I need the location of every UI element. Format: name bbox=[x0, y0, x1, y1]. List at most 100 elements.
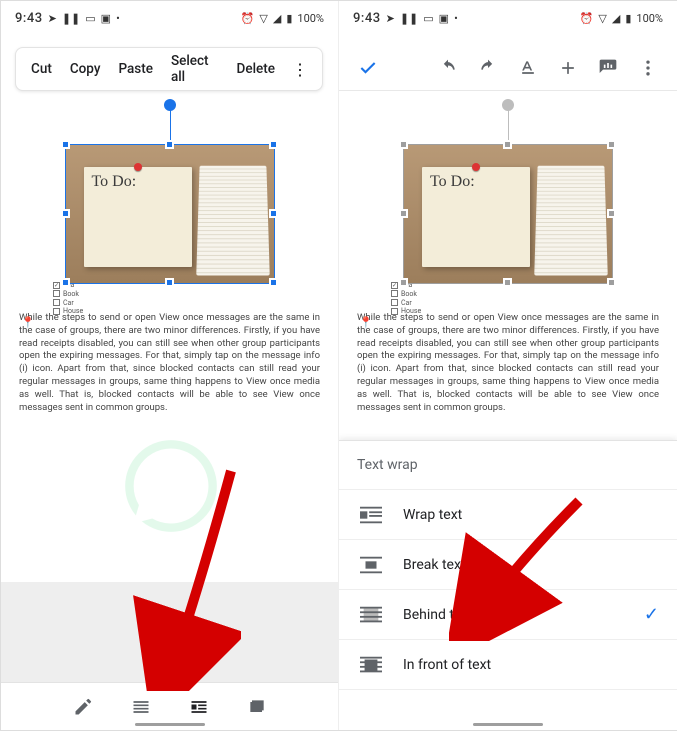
signal-icon: ◢ bbox=[612, 12, 620, 25]
editor-toolbar bbox=[339, 45, 677, 91]
dot-icon: • bbox=[116, 12, 120, 25]
screen-left: 9:43 ➤ ❚❚ ▭ ▣ • ⏰ ▽ ◢ ▮ 100% Cut Copy Pa… bbox=[1, 1, 339, 730]
document-area: Tea Book Car House To Do: 📍 W bbox=[1, 96, 338, 415]
image-icon: ▣ bbox=[439, 12, 449, 25]
pause-icon: ❚❚ bbox=[400, 12, 418, 25]
screen-right: 9:43 ➤ ❚❚ ▭ ▣ • ⏰ ▽ ◢ ▮ 100% bbox=[339, 1, 677, 730]
body-paragraph: While the steps to send or open View onc… bbox=[19, 312, 320, 415]
document-area: Tea Book Car House To Do: 📍 W bbox=[339, 96, 677, 415]
done-button[interactable] bbox=[351, 51, 385, 85]
resize-handle[interactable] bbox=[269, 209, 278, 218]
send-icon: ➤ bbox=[386, 12, 395, 25]
wrap-text-option[interactable]: Wrap text bbox=[339, 490, 677, 540]
resize-handle[interactable] bbox=[165, 140, 174, 149]
resize-handle[interactable] bbox=[399, 278, 408, 287]
overflow-button[interactable] bbox=[631, 51, 665, 85]
paste-button[interactable]: Paste bbox=[109, 61, 162, 77]
option-label: Wrap text bbox=[403, 507, 462, 523]
break-text-icon bbox=[357, 555, 385, 575]
anchor-pin-icon[interactable]: 📍 bbox=[359, 316, 373, 329]
resize-handle[interactable] bbox=[503, 278, 512, 287]
image-options-button[interactable] bbox=[242, 692, 272, 722]
resize-handle[interactable] bbox=[61, 140, 70, 149]
body-paragraph: While the steps to send or open View onc… bbox=[357, 312, 659, 415]
status-time: 9:43 bbox=[353, 11, 381, 26]
option-label: In front of text bbox=[403, 657, 491, 673]
in-front-of-text-option[interactable]: In front of text bbox=[339, 640, 677, 690]
checklist-item: Book bbox=[53, 290, 83, 299]
resize-handle[interactable] bbox=[607, 278, 616, 287]
image-icon: ▣ bbox=[101, 12, 111, 25]
text-wrap-button[interactable] bbox=[184, 692, 214, 722]
resize-handle[interactable] bbox=[269, 140, 278, 149]
rotation-handle[interactable] bbox=[502, 99, 514, 111]
break-text-option[interactable]: Break text bbox=[339, 540, 677, 590]
send-icon: ➤ bbox=[48, 12, 57, 25]
text-wrap-sheet: Text wrap Wrap text Break text Behind te… bbox=[339, 440, 677, 730]
rotation-line bbox=[508, 105, 509, 145]
delete-button[interactable]: Delete bbox=[228, 61, 284, 77]
alarm-icon: ⏰ bbox=[580, 12, 594, 25]
resize-handle[interactable] bbox=[269, 278, 278, 287]
sticky-text: To Do: bbox=[92, 173, 137, 190]
watermark-icon bbox=[121, 436, 221, 536]
sheet-title: Text wrap bbox=[339, 441, 677, 490]
front-text-icon bbox=[357, 655, 385, 675]
rotation-handle[interactable] bbox=[164, 99, 176, 111]
checklist-item: Book bbox=[391, 290, 421, 299]
copy-button[interactable]: Copy bbox=[61, 61, 110, 77]
battery-text: 100% bbox=[636, 12, 663, 25]
nav-bar-hint bbox=[473, 723, 543, 726]
overflow-button[interactable]: ⋮ bbox=[284, 60, 316, 79]
resize-handle[interactable] bbox=[607, 209, 616, 218]
resize-handle[interactable] bbox=[165, 278, 174, 287]
status-bar: 9:43 ➤ ❚❚ ▭ ▣ • ⏰ ▽ ◢ ▮ 100% bbox=[339, 1, 677, 35]
insert-button[interactable] bbox=[551, 51, 585, 85]
comment-button[interactable] bbox=[591, 51, 625, 85]
format-button[interactable] bbox=[511, 51, 545, 85]
paper-stack bbox=[196, 166, 270, 276]
anchor-pin-icon[interactable]: 📍 bbox=[21, 316, 35, 329]
battery-text: 100% bbox=[297, 12, 324, 25]
behind-text-icon bbox=[357, 605, 385, 625]
signal-icon: ◢ bbox=[273, 12, 281, 25]
checklist-item: House bbox=[391, 307, 421, 316]
edit-button[interactable] bbox=[68, 692, 98, 722]
context-menu: Cut Copy Paste Select all Delete ⋮ bbox=[15, 47, 323, 91]
sticky-text: To Do: bbox=[430, 173, 475, 190]
rotation-line bbox=[170, 105, 171, 145]
wifi-icon: ▽ bbox=[259, 12, 267, 25]
status-right: ⏰ ▽ ◢ ▮ 100% bbox=[241, 12, 324, 25]
resize-handle[interactable] bbox=[607, 140, 616, 149]
pause-icon: ❚❚ bbox=[62, 12, 80, 25]
select-all-button[interactable]: Select all bbox=[162, 53, 228, 85]
resize-handle[interactable] bbox=[503, 140, 512, 149]
cut-button[interactable]: Cut bbox=[22, 61, 61, 77]
resize-handle[interactable] bbox=[61, 209, 70, 218]
behind-text-option[interactable]: Behind text ✓ bbox=[339, 590, 677, 640]
resize-handle[interactable] bbox=[399, 140, 408, 149]
resize-handle[interactable] bbox=[399, 209, 408, 218]
battery-icon: ▮ bbox=[286, 12, 292, 25]
selected-image[interactable]: To Do: bbox=[403, 144, 613, 284]
dot-icon: • bbox=[454, 12, 458, 25]
wifi-icon: ▽ bbox=[598, 12, 606, 25]
checklist-item: House bbox=[53, 307, 83, 316]
pin-icon bbox=[134, 163, 142, 171]
redo-button[interactable] bbox=[471, 51, 505, 85]
status-time: 9:43 bbox=[15, 11, 43, 26]
selected-image[interactable]: To Do: bbox=[65, 144, 275, 284]
option-label: Behind text bbox=[403, 607, 473, 623]
resize-handle[interactable] bbox=[61, 278, 70, 287]
status-left: 9:43 ➤ ❚❚ ▭ ▣ • bbox=[353, 11, 458, 26]
status-bar: 9:43 ➤ ❚❚ ▭ ▣ • ⏰ ▽ ◢ ▮ 100% bbox=[1, 1, 338, 35]
nav-bar-hint bbox=[135, 723, 205, 726]
status-right: ⏰ ▽ ◢ ▮ 100% bbox=[580, 12, 663, 25]
status-left: 9:43 ➤ ❚❚ ▭ ▣ • bbox=[15, 11, 120, 26]
selected-check-icon: ✓ bbox=[644, 604, 659, 625]
alarm-icon: ⏰ bbox=[241, 12, 255, 25]
paper-stack bbox=[534, 166, 608, 276]
undo-button[interactable] bbox=[431, 51, 465, 85]
align-button[interactable] bbox=[126, 692, 156, 722]
pin-icon bbox=[472, 163, 480, 171]
